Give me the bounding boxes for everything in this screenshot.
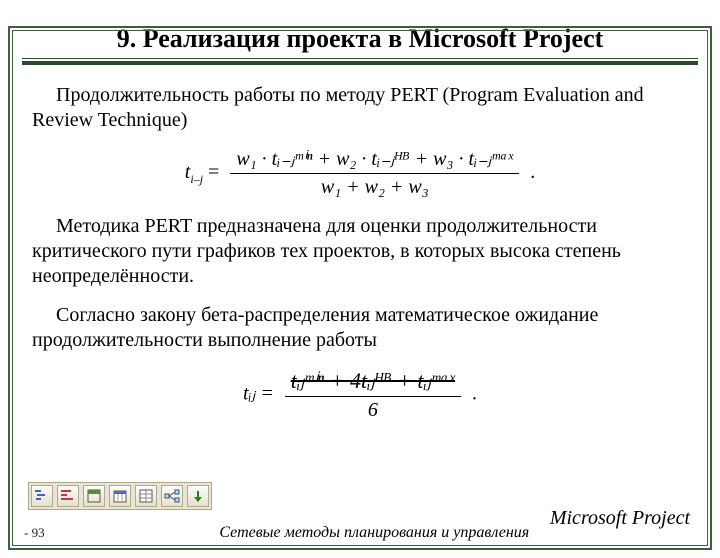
page-number: - 93	[16, 525, 45, 541]
resource-icon[interactable]	[83, 485, 105, 507]
network-icon[interactable]	[161, 485, 183, 507]
footer-brand: Microsoft Project	[550, 507, 704, 530]
tracking-icon[interactable]	[57, 485, 79, 507]
gantt-icon[interactable]	[31, 485, 53, 507]
view-toolbar	[28, 482, 212, 510]
more-icon[interactable]	[187, 485, 209, 507]
calendar-icon[interactable]	[109, 485, 131, 507]
inner-border	[12, 30, 708, 546]
table-icon[interactable]	[135, 485, 157, 507]
